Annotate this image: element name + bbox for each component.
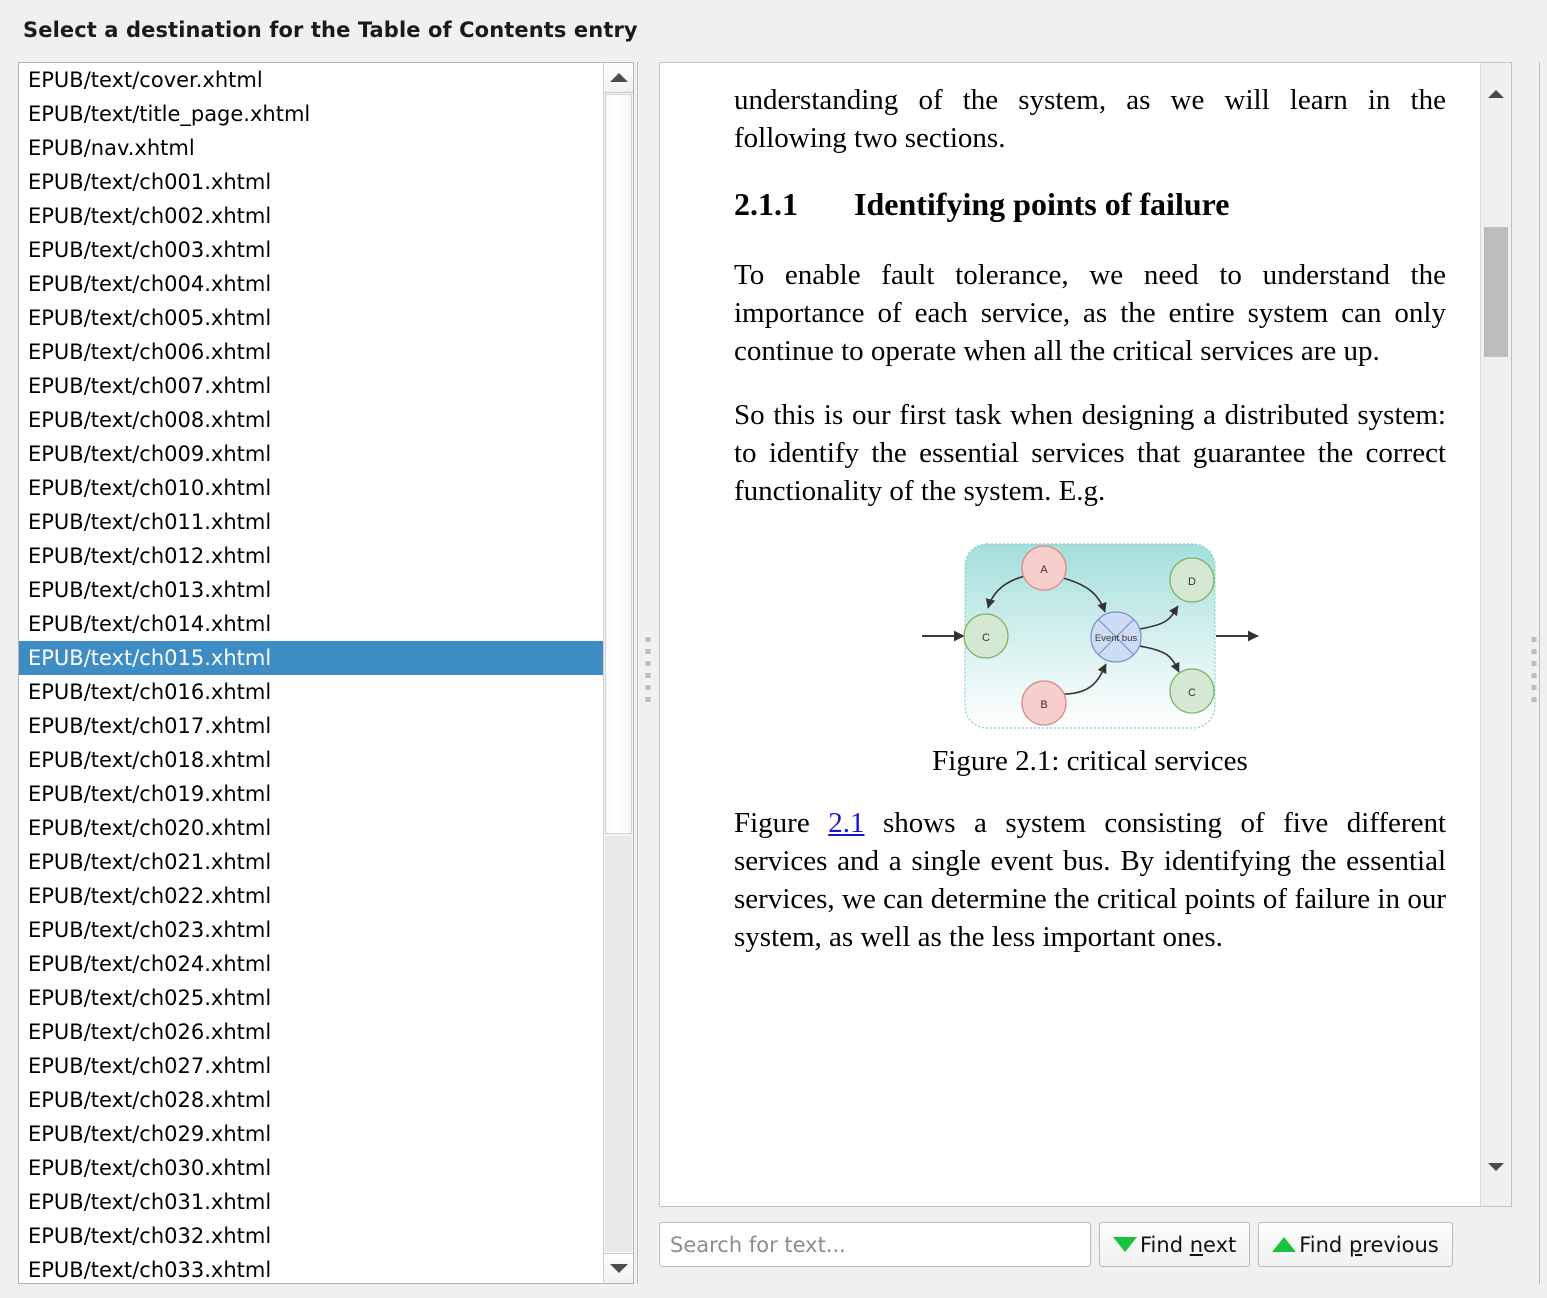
list-item[interactable]: EPUB/text/ch004.xhtml: [19, 267, 603, 301]
preview-heading: 2.1.1 Identifying points of failure: [734, 183, 1446, 226]
preview-scroll-down-button[interactable]: [1481, 1150, 1511, 1184]
list-item[interactable]: EPUB/text/ch018.xhtml: [19, 743, 603, 777]
svg-text:D: D: [1188, 576, 1196, 588]
diagram-svg: A C B Event bus D C: [922, 543, 1259, 729]
document-content: understanding of the system, as we will …: [660, 63, 1480, 1206]
file-list-scrollbar[interactable]: [603, 63, 633, 1283]
page-title: Select a destination for the Table of Co…: [23, 18, 638, 42]
list-item[interactable]: EPUB/text/ch009.xhtml: [19, 437, 603, 471]
list-item[interactable]: EPUB/text/ch019.xhtml: [19, 777, 603, 811]
file-list-items[interactable]: EPUB/text/cover.xhtml EPUB/text/title_pag…: [19, 63, 603, 1283]
list-item[interactable]: EPUB/text/ch027.xhtml: [19, 1049, 603, 1083]
heading-text: Identifying points of failure: [854, 186, 1230, 222]
list-item[interactable]: EPUB/text/ch023.xhtml: [19, 913, 603, 947]
triangle-down-icon: [1113, 1237, 1137, 1252]
list-item[interactable]: EPUB/text/ch014.xhtml: [19, 607, 603, 641]
list-item[interactable]: EPUB/text/ch003.xhtml: [19, 233, 603, 267]
find-next-label: Find next: [1140, 1232, 1237, 1257]
para3-prefix: Figure: [734, 807, 829, 839]
triangle-up-icon: [609, 73, 628, 82]
list-item[interactable]: EPUB/text/ch005.xhtml: [19, 301, 603, 335]
list-item[interactable]: EPUB/text/ch016.xhtml: [19, 675, 603, 709]
triangle-up-icon: [1488, 90, 1504, 98]
document-preview-panel: understanding of the system, as we will …: [659, 62, 1512, 1207]
list-item[interactable]: EPUB/text/ch029.xhtml: [19, 1117, 603, 1151]
scrollbar-track-lower[interactable]: [605, 836, 632, 1252]
search-input[interactable]: [659, 1222, 1091, 1267]
preview-scrollbar-thumb[interactable]: [1484, 227, 1508, 357]
triangle-down-icon: [609, 1264, 628, 1273]
triangle-down-icon: [1488, 1163, 1504, 1171]
splitter-handle-right[interactable]: [1520, 62, 1547, 1284]
list-item[interactable]: EPUB/text/ch020.xhtml: [19, 811, 603, 845]
svg-text:A: A: [1040, 564, 1048, 576]
list-item[interactable]: EPUB/text/ch025.xhtml: [19, 981, 603, 1015]
list-item[interactable]: EPUB/text/ch012.xhtml: [19, 539, 603, 573]
preview-paragraph-top: understanding of the system, as we will …: [734, 84, 1446, 154]
splitter-grip-icon: [1531, 637, 1536, 709]
list-item[interactable]: EPUB/text/ch033.xhtml: [19, 1253, 603, 1283]
svg-text:B: B: [1040, 699, 1047, 711]
list-item[interactable]: EPUB/text/ch008.xhtml: [19, 403, 603, 437]
find-next-button[interactable]: Find next: [1099, 1222, 1251, 1267]
list-item[interactable]: EPUB/text/ch031.xhtml: [19, 1185, 603, 1219]
list-item[interactable]: EPUB/text/ch017.xhtml: [19, 709, 603, 743]
list-item[interactable]: EPUB/text/ch032.xhtml: [19, 1219, 603, 1253]
scroll-up-button[interactable]: [604, 63, 633, 93]
list-item[interactable]: EPUB/text/ch006.xhtml: [19, 335, 603, 369]
preview-paragraph-1: To enable fault tolerance, we need to un…: [734, 259, 1446, 367]
scroll-down-button[interactable]: [604, 1253, 633, 1283]
list-item[interactable]: EPUB/text/ch015.xhtml: [19, 641, 603, 675]
preview-scrollbar[interactable]: [1480, 63, 1511, 1206]
list-item[interactable]: EPUB/text/ch002.xhtml: [19, 199, 603, 233]
list-item[interactable]: EPUB/text/ch022.xhtml: [19, 879, 603, 913]
preview-paragraph-3: Figure 2.1 shows a system consisting of …: [734, 804, 1446, 956]
svg-text:C: C: [982, 632, 990, 644]
critical-services-diagram: A C B Event bus D C: [734, 536, 1446, 736]
figure-link-2-1[interactable]: 2.1: [828, 807, 864, 839]
svg-text:Event bus: Event bus: [1095, 633, 1137, 644]
list-item[interactable]: EPUB/text/ch010.xhtml: [19, 471, 603, 505]
figure-2-1: A C B Event bus D C Figure 2.1: critical…: [734, 536, 1446, 780]
find-previous-label: Find previous: [1299, 1232, 1439, 1257]
scrollbar-thumb[interactable]: [605, 94, 632, 834]
search-toolbar: Find next Find previous: [659, 1222, 1512, 1267]
list-item[interactable]: EPUB/text/ch011.xhtml: [19, 505, 603, 539]
list-item[interactable]: EPUB/text/ch026.xhtml: [19, 1015, 603, 1049]
triangle-up-icon: [1272, 1237, 1297, 1252]
splitter-grip-icon: [645, 637, 651, 709]
splitter-handle-left[interactable]: [637, 62, 659, 1284]
list-item[interactable]: EPUB/text/ch024.xhtml: [19, 947, 603, 981]
list-item[interactable]: EPUB/text/ch028.xhtml: [19, 1083, 603, 1117]
preview-paragraph-2: So this is our first task when designing…: [734, 399, 1446, 507]
preview-scroll-up-button[interactable]: [1481, 77, 1511, 111]
list-item[interactable]: EPUB/text/ch021.xhtml: [19, 845, 603, 879]
list-item[interactable]: EPUB/text/ch013.xhtml: [19, 573, 603, 607]
list-item[interactable]: EPUB/text/ch001.xhtml: [19, 165, 603, 199]
destination-file-list[interactable]: EPUB/text/cover.xhtml EPUB/text/title_pag…: [18, 62, 634, 1284]
figure-caption: Figure 2.1: critical services: [932, 745, 1248, 777]
list-item[interactable]: EPUB/nav.xhtml: [19, 131, 603, 165]
find-previous-button[interactable]: Find previous: [1258, 1222, 1453, 1267]
list-item[interactable]: EPUB/text/ch007.xhtml: [19, 369, 603, 403]
list-item[interactable]: EPUB/text/cover.xhtml: [19, 63, 603, 97]
list-item[interactable]: EPUB/text/ch030.xhtml: [19, 1151, 603, 1185]
heading-number: 2.1.1: [734, 186, 798, 222]
list-item[interactable]: EPUB/text/title_page.xhtml: [19, 97, 603, 131]
svg-text:C: C: [1188, 687, 1196, 699]
